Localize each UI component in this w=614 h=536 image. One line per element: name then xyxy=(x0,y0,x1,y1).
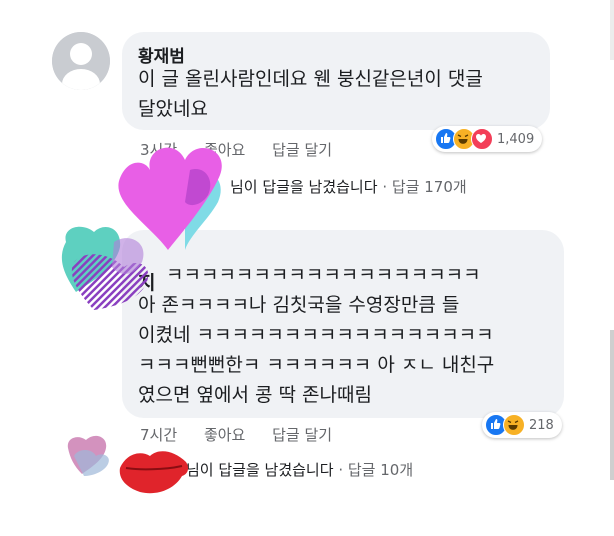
haha-reaction-icon xyxy=(503,414,525,436)
comment-text: ㅋㅋㅋㅋㅋㅋㅋㅋㅋㅋㅋㅋㅋㅋㅋㅋㅋㅋ 아 존ㅋㅋㅋㅋ나 김칫국을 수영장만큼 들… xyxy=(138,264,495,406)
reply-button[interactable]: 답글 달기 xyxy=(272,141,332,159)
heart-sticker xyxy=(67,435,109,476)
reaction-summary[interactable]: 218 xyxy=(482,412,562,438)
reaction-count: 1,409 xyxy=(497,131,535,147)
reply-button[interactable]: 답글 달기 xyxy=(272,426,332,444)
scrollbar[interactable] xyxy=(610,0,614,60)
comment-actions: 7시간 좋아요 답글 달기 xyxy=(140,424,332,445)
replies-count: · 답글 170개 xyxy=(382,178,467,196)
love-reaction-icon xyxy=(471,128,493,150)
replies-summary: 님이 답글을 남겼습니다 xyxy=(230,178,378,196)
replies-summary: 님이 답글을 남겼습니다 xyxy=(186,461,334,479)
default-avatar-icon xyxy=(52,32,110,90)
heart-sticker xyxy=(61,226,149,310)
comment-text: 이 글 올린사람인데요 웬 붕신같은년이 댓글 달았네요 xyxy=(138,68,483,120)
lips-sticker xyxy=(119,451,189,494)
reaction-summary[interactable]: 1,409 xyxy=(432,126,543,152)
scrollbar[interactable] xyxy=(610,330,614,480)
comment-bubble: 황재범 이 글 올린사람인데요 웬 붕신같은년이 댓글 달았네요 xyxy=(122,32,550,130)
replies-count: · 답글 10개 xyxy=(338,461,414,479)
comment-time[interactable]: 7시간 xyxy=(140,426,177,444)
view-replies-link[interactable]: 님이 답글을 남겼습니다 · 답글 10개 xyxy=(186,459,413,480)
avatar[interactable] xyxy=(52,32,110,90)
reaction-count: 218 xyxy=(529,417,554,433)
like-button[interactable]: 좋아요 xyxy=(204,426,245,444)
view-replies-link[interactable]: 님이 답글을 남겼습니다 · 답글 170개 xyxy=(230,176,467,197)
